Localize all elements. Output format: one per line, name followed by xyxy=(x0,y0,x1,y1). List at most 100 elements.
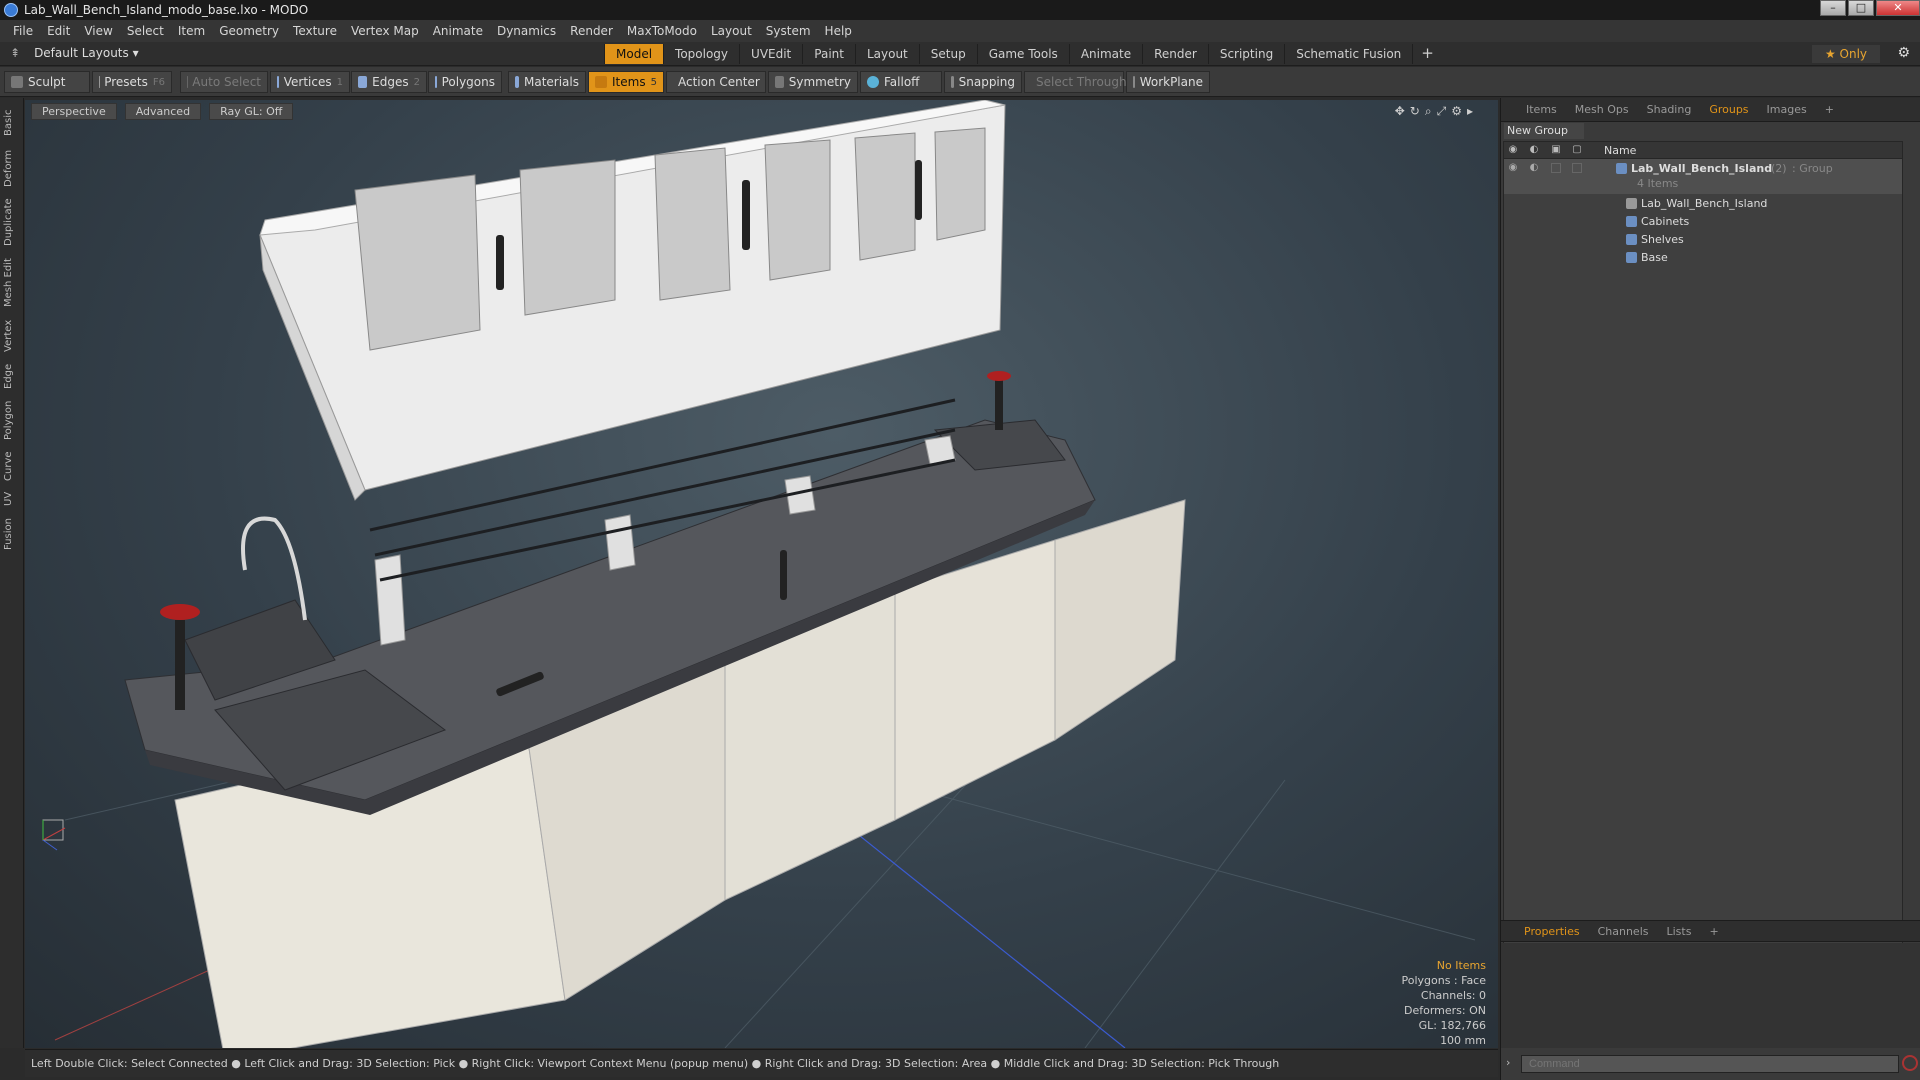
group-visibility-icon[interactable]: ◉ xyxy=(1507,163,1519,173)
tab-uvedit[interactable]: UVEdit xyxy=(739,44,802,64)
tab-curve[interactable]: Curve xyxy=(3,448,21,484)
viewport-menu-icon[interactable]: ▸ xyxy=(1467,104,1478,118)
symmetry-button[interactable]: Symmetry xyxy=(768,71,858,93)
menu-render[interactable]: Render xyxy=(563,24,620,38)
items-icon xyxy=(595,76,607,88)
tab-mesh-ops[interactable]: Mesh Ops xyxy=(1566,100,1638,119)
menu-view[interactable]: View xyxy=(77,24,119,38)
list-item[interactable]: Base xyxy=(1504,248,1902,266)
render-icon[interactable]: ▣ xyxy=(1550,145,1562,156)
layout-tab-bar: ⇞ Default Layouts ▾ Model Topology UVEdit… xyxy=(0,42,1920,66)
viewport-perspective-button[interactable]: Perspective xyxy=(31,103,117,120)
tab-layout[interactable]: Layout xyxy=(854,44,919,64)
add-tab-icon[interactable]: + xyxy=(1412,44,1442,64)
tab-duplicate[interactable]: Duplicate xyxy=(3,194,21,250)
tab-channels[interactable]: Channels xyxy=(1589,922,1658,941)
falloff-button[interactable]: Falloff xyxy=(860,71,942,93)
tab-scripting[interactable]: Scripting xyxy=(1207,44,1284,64)
menu-dynamics[interactable]: Dynamics xyxy=(490,24,563,38)
tab-vertex[interactable]: Vertex xyxy=(3,316,21,356)
add-panel-tab-icon[interactable]: + xyxy=(1816,100,1843,119)
new-group-button[interactable]: New Group xyxy=(1504,123,1584,139)
tab-topology[interactable]: Topology xyxy=(663,44,739,64)
tab-schematic-fusion[interactable]: Schematic Fusion xyxy=(1284,44,1412,64)
eye-icon[interactable]: ◉ xyxy=(1507,145,1519,156)
menu-animate[interactable]: Animate xyxy=(426,24,490,38)
command-input[interactable] xyxy=(1521,1055,1899,1073)
tab-edge[interactable]: Edge xyxy=(3,360,21,392)
tab-uv[interactable]: UV xyxy=(3,488,21,510)
select-through-button[interactable]: Select Through xyxy=(1024,71,1127,93)
tab-deform[interactable]: Deform xyxy=(3,146,21,190)
close-button[interactable]: ✕ xyxy=(1876,0,1920,16)
vertices-icon xyxy=(277,76,279,88)
items-label: Items xyxy=(612,75,646,89)
group-render-toggle[interactable] xyxy=(1551,163,1561,173)
list-item[interactable]: Cabinets xyxy=(1504,212,1902,230)
layout-selector[interactable]: ⇞ Default Layouts ▾ xyxy=(10,46,139,60)
sculpt-button[interactable]: Sculpt xyxy=(4,71,90,93)
maximize-button[interactable]: □ xyxy=(1848,0,1874,16)
materials-button[interactable]: Materials xyxy=(508,71,586,93)
group-select-toggle[interactable] xyxy=(1572,163,1582,173)
tab-basic[interactable]: Basic xyxy=(3,104,21,142)
only-button[interactable]: ★ Only xyxy=(1812,45,1880,63)
auto-select-button[interactable]: Auto Select xyxy=(180,71,268,93)
vertices-button[interactable]: Vertices 1 xyxy=(270,71,350,93)
action-center-label: Action Center xyxy=(678,75,760,89)
list-item[interactable]: Lab_Wall_Bench_Island xyxy=(1504,194,1902,212)
list-item[interactable]: Shelves xyxy=(1504,230,1902,248)
menu-item[interactable]: Item xyxy=(171,24,212,38)
viewport-advanced-button[interactable]: Advanced xyxy=(124,103,202,120)
menu-texture[interactable]: Texture xyxy=(286,24,344,38)
group-row[interactable]: ◉ ◐ Lab_Wall_Bench_Island (2) : Group 4 … xyxy=(1504,159,1902,194)
tab-game-tools[interactable]: Game Tools xyxy=(976,44,1069,64)
tab-paint[interactable]: Paint xyxy=(802,44,855,64)
tab-shading[interactable]: Shading xyxy=(1638,100,1701,119)
tab-polygon[interactable]: Polygon xyxy=(3,396,21,444)
3d-viewport[interactable]: Perspective Advanced Ray GL: Off ✥↻⌕⤢⚙▸ … xyxy=(25,100,1498,1048)
minimize-button[interactable]: – xyxy=(1820,0,1846,16)
tab-fusion[interactable]: Fusion xyxy=(3,514,21,554)
add-props-tab-icon[interactable]: + xyxy=(1700,922,1727,941)
tab-images[interactable]: Images xyxy=(1758,100,1816,119)
tab-groups[interactable]: Groups xyxy=(1700,100,1757,119)
menu-vertex-map[interactable]: Vertex Map xyxy=(344,24,426,38)
edges-button[interactable]: Edges 2 xyxy=(351,71,427,93)
menu-help[interactable]: Help xyxy=(818,24,859,38)
menu-geometry[interactable]: Geometry xyxy=(212,24,286,38)
select-icon[interactable]: ▢ xyxy=(1571,145,1583,156)
viewport-raygl-button[interactable]: Ray GL: Off xyxy=(209,103,294,120)
tab-items[interactable]: Items xyxy=(1517,100,1566,119)
tab-animate[interactable]: Animate xyxy=(1068,44,1142,64)
snapping-button[interactable]: Snapping xyxy=(944,71,1022,93)
items-button[interactable]: Items 5 xyxy=(588,71,664,93)
polygons-button[interactable]: Polygons xyxy=(428,71,502,93)
menu-system[interactable]: System xyxy=(759,24,818,38)
workplane-button[interactable]: WorkPlane xyxy=(1126,71,1210,93)
rotate-icon[interactable]: ↻ xyxy=(1410,104,1425,118)
menu-select[interactable]: Select xyxy=(120,24,171,38)
tab-model[interactable]: Model xyxy=(604,44,664,64)
tab-setup[interactable]: Setup xyxy=(918,44,977,64)
zoom-icon[interactable]: ⌕ xyxy=(1425,104,1437,118)
menu-edit[interactable]: Edit xyxy=(40,24,77,38)
action-center-button[interactable]: Action Center xyxy=(666,71,766,93)
menu-maxtomodo[interactable]: MaxToModo xyxy=(620,24,704,38)
group-lock-icon[interactable]: ◐ xyxy=(1528,163,1540,173)
symmetry-icon xyxy=(775,76,784,88)
menu-layout[interactable]: Layout xyxy=(704,24,759,38)
lock-icon[interactable]: ◐ xyxy=(1528,145,1540,156)
gear-icon[interactable]: ⚙ xyxy=(1897,45,1910,61)
maximize-icon[interactable]: ⤢ xyxy=(1437,104,1452,118)
pan-icon[interactable]: ✥ xyxy=(1395,104,1410,118)
tab-properties[interactable]: Properties xyxy=(1515,922,1589,941)
viewport-settings-icon[interactable]: ⚙ xyxy=(1451,104,1467,118)
tab-mesh-edit[interactable]: Mesh Edit xyxy=(3,254,21,312)
command-history-icon[interactable] xyxy=(1902,1055,1918,1071)
presets-button[interactable]: Presets F6 xyxy=(92,71,172,93)
tab-render[interactable]: Render xyxy=(1142,44,1208,64)
tab-lists[interactable]: Lists xyxy=(1658,922,1701,941)
menu-file[interactable]: File xyxy=(6,24,40,38)
panel-tabs: Items Mesh Ops Shading Groups Images + xyxy=(1501,98,1920,122)
